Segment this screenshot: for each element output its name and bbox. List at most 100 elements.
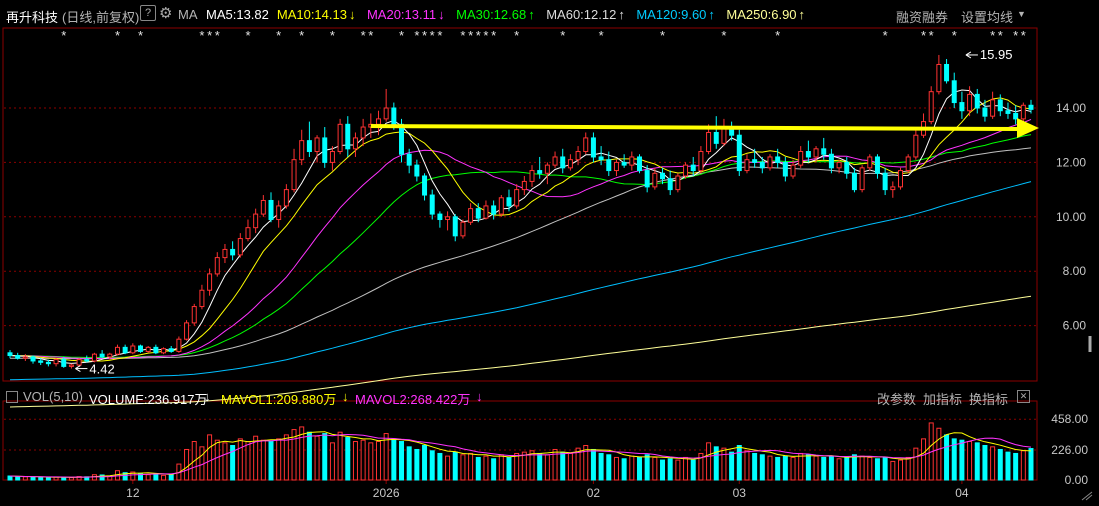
candle-body[interactable]: [68, 364, 74, 367]
volume-bar[interactable]: [606, 454, 612, 481]
candle-body[interactable]: [775, 156, 781, 163]
candle-body[interactable]: [184, 322, 190, 340]
kline-chart[interactable]: 14.00 12.00 10.00 8.00 6.00 458.00 226.00 0.00 1…: [0, 0, 1099, 500]
candle-body[interactable]: [521, 180, 527, 191]
volume-bar[interactable]: [429, 450, 435, 481]
candle-body[interactable]: [821, 148, 827, 155]
volume-bar[interactable]: [337, 431, 343, 481]
candle-body[interactable]: [7, 352, 13, 357]
volume-bar[interactable]: [15, 476, 21, 481]
candle-body[interactable]: [567, 159, 573, 169]
volume-bar[interactable]: [498, 454, 504, 481]
switch-indicator-button[interactable]: 换指标: [969, 389, 1008, 408]
candle-body[interactable]: [322, 137, 328, 163]
volume-bar[interactable]: [222, 442, 228, 481]
volume-bar[interactable]: [30, 476, 36, 481]
ma-settings-button[interactable]: 设置均线: [961, 7, 1013, 26]
candle-body[interactable]: [767, 156, 773, 169]
add-indicator-button[interactable]: 加指标: [923, 389, 962, 408]
volume-bar[interactable]: [613, 456, 619, 481]
volume-bar[interactable]: [982, 445, 988, 481]
candle-body[interactable]: [422, 175, 428, 196]
candle-body[interactable]: [590, 137, 596, 158]
candle-body[interactable]: [260, 199, 266, 215]
candle-body[interactable]: [199, 289, 205, 308]
volume-bar[interactable]: [452, 451, 458, 481]
candle-body[interactable]: [268, 199, 274, 221]
volume-bar[interactable]: [68, 477, 74, 481]
candle-body[interactable]: [537, 170, 543, 174]
volume-bar[interactable]: [306, 431, 312, 481]
candle-body[interactable]: [552, 156, 558, 166]
volume-bar[interactable]: [706, 442, 712, 481]
volume-bar[interactable]: [790, 456, 796, 481]
candle-body[interactable]: [22, 356, 28, 359]
candle-body[interactable]: [959, 102, 965, 112]
candle-body[interactable]: [207, 273, 213, 291]
candle-body[interactable]: [706, 131, 712, 153]
candle-body[interactable]: [759, 161, 765, 169]
volume-bar[interactable]: [437, 452, 443, 481]
candle-body[interactable]: [214, 257, 220, 275]
candle-body[interactable]: [683, 164, 689, 177]
candle-body[interactable]: [790, 164, 796, 177]
volume-bar[interactable]: [690, 459, 696, 481]
candle-body[interactable]: [138, 345, 144, 352]
candle-body[interactable]: [867, 156, 873, 169]
candle-body[interactable]: [99, 353, 105, 358]
candle-body[interactable]: [506, 197, 512, 207]
candle-body[interactable]: [38, 360, 44, 363]
volume-bar[interactable]: [828, 455, 834, 481]
volume-bar[interactable]: [422, 445, 428, 481]
margin-trading-button[interactable]: 融资融券: [896, 7, 948, 26]
candle-body[interactable]: [53, 359, 59, 365]
volume-bar[interactable]: [1028, 448, 1034, 481]
volume-bar[interactable]: [368, 442, 374, 481]
volume-bar[interactable]: [974, 442, 980, 481]
volume-bar[interactable]: [744, 450, 750, 481]
volume-bar[interactable]: [851, 454, 857, 481]
volume-bar[interactable]: [882, 456, 888, 481]
candle-body[interactable]: [851, 172, 857, 191]
resize-handle[interactable]: [1081, 488, 1093, 501]
volume-bar[interactable]: [184, 448, 190, 481]
candle-body[interactable]: [414, 164, 420, 177]
chevron-down-icon[interactable]: ▼: [1017, 9, 1026, 19]
candle-body[interactable]: [606, 159, 612, 172]
candle-body[interactable]: [61, 359, 67, 367]
candle-body[interactable]: [736, 134, 742, 172]
volume-bar[interactable]: [683, 456, 689, 481]
candle-body[interactable]: [253, 213, 259, 229]
volume-bar[interactable]: [45, 477, 51, 481]
candle-body[interactable]: [191, 306, 197, 324]
candle-body[interactable]: [30, 356, 36, 362]
candle-body[interactable]: [698, 151, 704, 172]
stock-name[interactable]: 再升科技: [6, 7, 58, 26]
candle-body[interactable]: [483, 205, 489, 219]
candle-body[interactable]: [752, 159, 758, 163]
candle-body[interactable]: [1020, 104, 1026, 120]
candle-body[interactable]: [798, 151, 804, 166]
volume-bar[interactable]: [675, 459, 681, 481]
volume-bar[interactable]: [775, 456, 781, 481]
candle-body[interactable]: [84, 359, 90, 362]
volume-bar[interactable]: [1013, 452, 1019, 481]
candle-body[interactable]: [583, 137, 589, 153]
volume-bar[interactable]: [283, 434, 289, 481]
volume-bar[interactable]: [145, 474, 151, 481]
candle-body[interactable]: [951, 80, 957, 104]
candle-body[interactable]: [222, 248, 228, 259]
volume-bar[interactable]: [237, 438, 243, 481]
volume-bar[interactable]: [874, 458, 880, 481]
volume-bar[interactable]: [207, 434, 213, 481]
volume-bar[interactable]: [567, 452, 573, 481]
candle-body[interactable]: [468, 208, 474, 223]
candle-body[interactable]: [652, 172, 658, 188]
volume-bar[interactable]: [813, 455, 819, 481]
candle-body[interactable]: [813, 148, 819, 158]
candle-body[interactable]: [544, 164, 550, 174]
candle-body[interactable]: [145, 346, 151, 352]
volume-bar[interactable]: [959, 439, 965, 481]
candle-body[interactable]: [391, 107, 397, 125]
candle-body[interactable]: [560, 156, 566, 169]
